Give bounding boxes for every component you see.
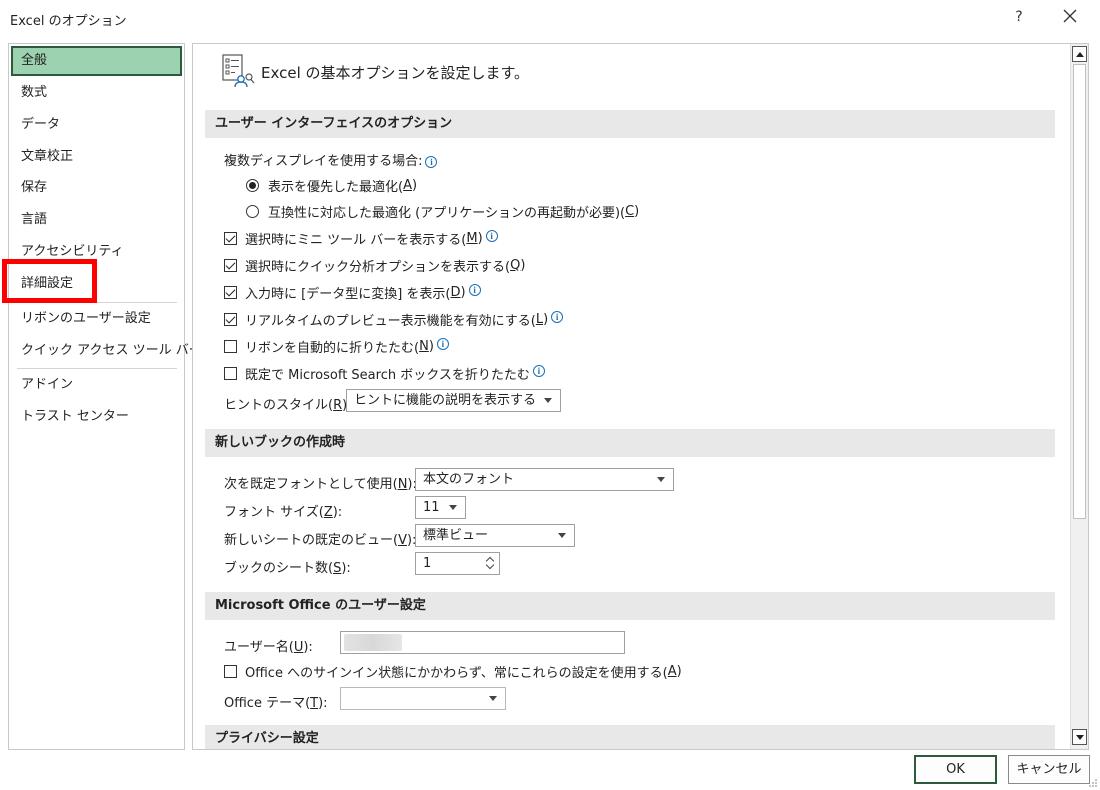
nav-item-addins[interactable]: アドイン	[11, 370, 182, 400]
info-icon: i	[551, 310, 564, 323]
scroll-thumb[interactable]	[1073, 64, 1086, 519]
info-icon: i	[468, 283, 481, 296]
nav-item-trust-center[interactable]: トラスト センター	[11, 402, 182, 432]
checkbox[interactable]	[224, 259, 237, 272]
info-icon: i	[532, 364, 545, 377]
radio-button[interactable]	[246, 205, 259, 218]
radio-optimize-display[interactable]: 表示を優先した最適化(A)	[246, 176, 417, 195]
close-button[interactable]	[1058, 4, 1082, 28]
vertical-scrollbar[interactable]	[1070, 44, 1088, 749]
nav-item-proofing[interactable]: 文章校正	[11, 142, 182, 172]
checkbox-convert-data-type[interactable]: 入力時に [データ型に変換] を表示(D) i	[224, 283, 481, 302]
radio-button[interactable]	[246, 179, 259, 192]
checkbox-live-preview[interactable]: リアルタイムのプレビュー表示機能を有効にする(L) i	[224, 310, 564, 329]
nav-item-advanced[interactable]: 詳細設定	[11, 269, 182, 299]
radio-optimize-compat[interactable]: 互換性に対応した最適化 (アプリケーションの再起動が必要)(C)	[246, 202, 639, 221]
checkbox[interactable]	[224, 313, 237, 326]
title-bar: Excel のオプション ?	[0, 0, 1100, 36]
checkbox[interactable]	[224, 232, 237, 245]
default-view-label: 新しいシートの既定のビュー(V):	[224, 533, 417, 548]
cancel-button[interactable]: キャンセル	[1008, 755, 1090, 784]
scroll-down-button[interactable]	[1072, 729, 1087, 745]
chevron-down-icon	[489, 696, 497, 701]
section-office-user: Microsoft Office のユーザー設定	[205, 592, 1055, 620]
checkbox[interactable]	[224, 367, 237, 380]
nav-item-formulas[interactable]: 数式	[11, 78, 182, 108]
nav-item-quick-access-toolbar[interactable]: クイック アクセス ツール バー	[11, 336, 202, 366]
checkbox-mini-toolbar[interactable]: 選択時にミニ ツール バーを表示する(M) i	[224, 229, 498, 248]
default-font-select[interactable]: 本文のフォント	[415, 468, 674, 491]
nav-item-accessibility[interactable]: アクセシビリティ	[11, 237, 182, 267]
checkbox-collapse-search[interactable]: 既定で Microsoft Search ボックスを折りたたむ i	[224, 364, 545, 383]
tooltip-style-label: ヒントのスタイル(R):	[224, 398, 352, 413]
default-view-select[interactable]: 標準ビュー	[415, 524, 575, 547]
nav-divider	[17, 368, 177, 369]
scroll-up-button[interactable]	[1072, 46, 1087, 62]
office-theme-select[interactable]	[340, 687, 506, 710]
general-options-icon	[222, 54, 255, 88]
category-nav: 全般 数式 データ 文章校正 保存 言語 アクセシビリティ 詳細設定 リボンのユ…	[8, 43, 202, 750]
nav-item-data[interactable]: データ	[11, 110, 182, 140]
ok-button[interactable]: OK	[914, 755, 997, 784]
chevron-down-icon	[449, 505, 457, 510]
username-input[interactable]	[340, 631, 625, 654]
redacted-username	[344, 634, 402, 651]
default-font-label: 次を既定フォントとして使用(N):	[224, 477, 417, 492]
section-ui-options: ユーザー インターフェイスのオプション	[205, 110, 1055, 138]
section-privacy: プライバシー設定	[205, 725, 1055, 749]
sheet-count-spinner[interactable]: 1	[415, 552, 500, 575]
nav-divider	[17, 302, 177, 303]
close-icon	[1063, 9, 1077, 23]
checkbox[interactable]	[224, 286, 237, 299]
sheet-count-label: ブックのシート数(S):	[224, 561, 351, 576]
tooltip-style-select[interactable]: ヒントに機能の説明を表示する	[346, 389, 561, 412]
checkbox-quick-analysis[interactable]: 選択時にクイック分析オプションを表示する(Q)	[224, 256, 525, 275]
options-content: Excel の基本オプションを設定します。 ユーザー インターフェイスのオプショ…	[192, 43, 1089, 750]
help-button[interactable]: ?	[1008, 6, 1030, 28]
multi-display-label: 複数ディスプレイを使用する場合: i	[224, 150, 438, 169]
info-icon: i	[425, 156, 438, 168]
nav-item-general[interactable]: 全般	[11, 46, 182, 76]
checkbox-always-use-settings[interactable]: Office へのサインイン状態にかかわらず、常にこれらの設定を使用する(A)	[224, 662, 682, 681]
username-label: ユーザー名(U):	[224, 640, 313, 655]
nav-item-language[interactable]: 言語	[11, 205, 182, 235]
resize-grip-icon[interactable]	[1088, 778, 1098, 788]
nav-item-customize-ribbon[interactable]: リボンのユーザー設定	[11, 304, 182, 334]
chevron-down-icon	[657, 477, 665, 482]
font-size-label: フォント サイズ(Z):	[224, 505, 343, 520]
office-theme-label: Office テーマ(T):	[224, 696, 328, 711]
chevron-down-icon	[558, 533, 566, 538]
checkbox[interactable]	[224, 665, 237, 678]
checkbox[interactable]	[224, 340, 237, 353]
checkbox-collapse-ribbon[interactable]: リボンを自動的に折りたたむ(N) i	[224, 337, 449, 356]
info-icon: i	[436, 337, 449, 350]
page-header: Excel の基本オプションを設定します。	[261, 64, 530, 82]
chevron-down-icon	[544, 398, 552, 403]
window-title: Excel のオプション	[10, 14, 127, 29]
font-size-select[interactable]: 11	[415, 496, 466, 519]
info-icon: i	[485, 229, 498, 242]
nav-item-save[interactable]: 保存	[11, 173, 182, 203]
section-new-workbook: 新しいブックの作成時	[205, 429, 1055, 457]
